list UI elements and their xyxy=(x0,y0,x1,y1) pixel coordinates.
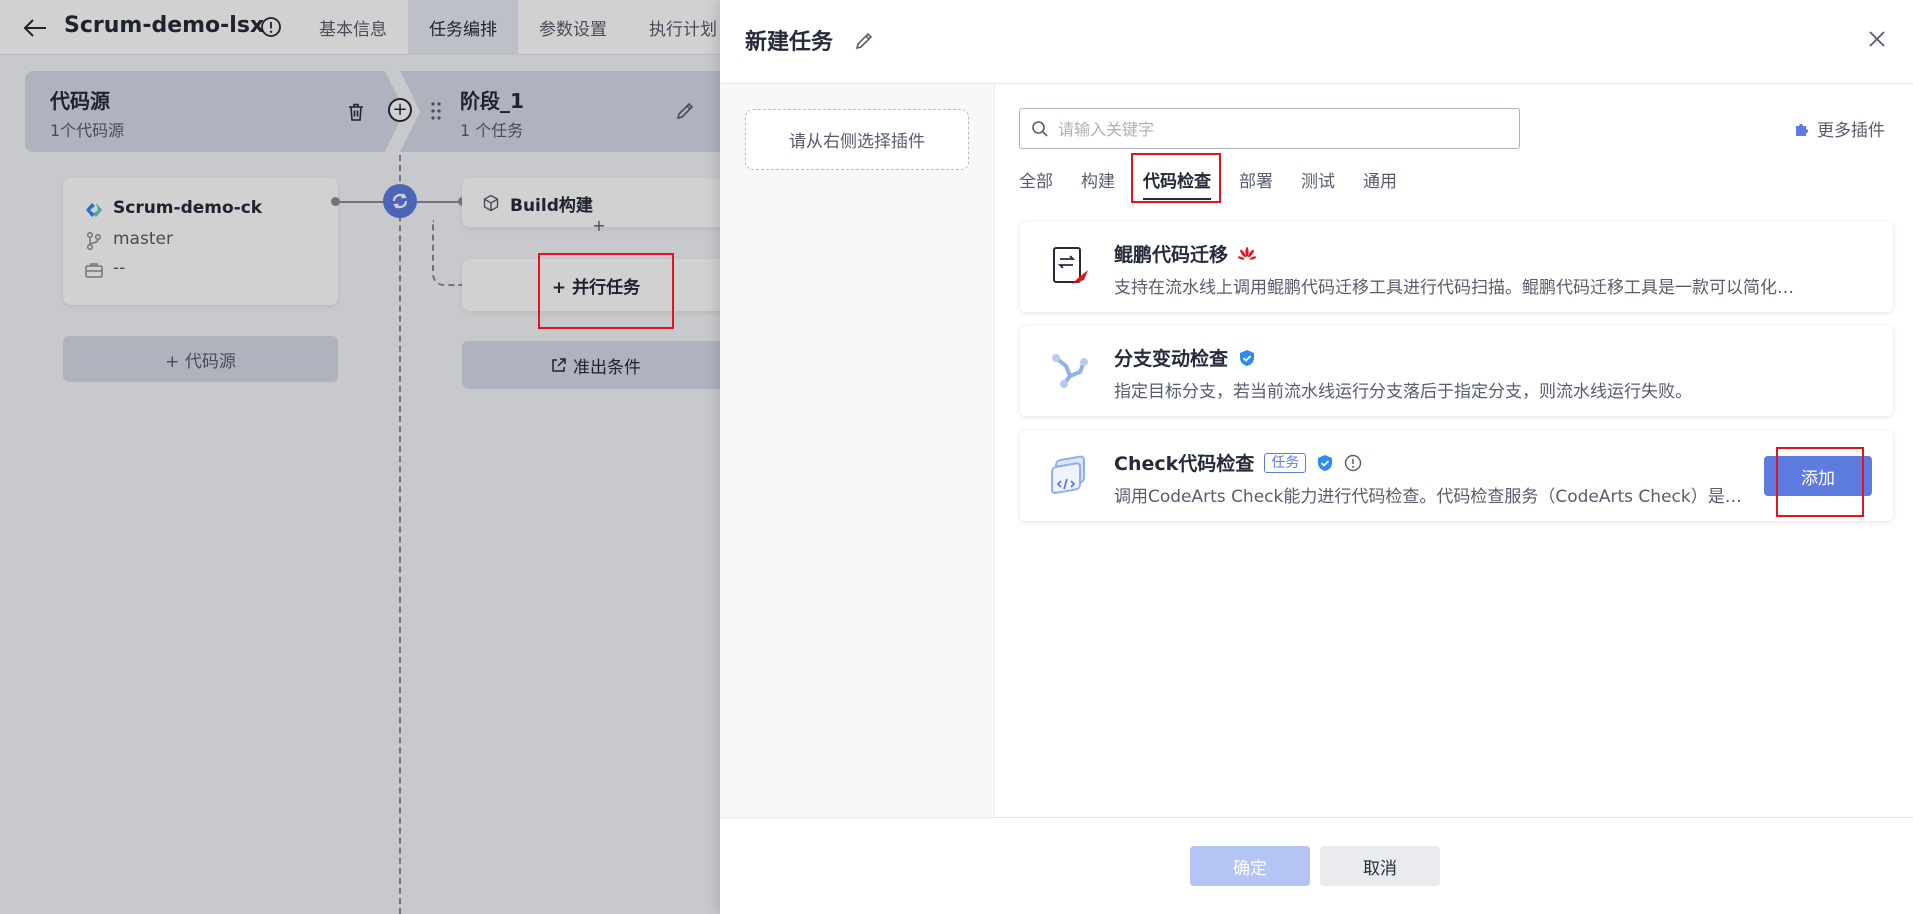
close-icon[interactable] xyxy=(1866,28,1888,50)
drawer-header: 新建任务 xyxy=(720,0,1913,84)
info-circle-icon[interactable] xyxy=(1344,454,1362,472)
search-icon xyxy=(1032,121,1048,137)
category-build[interactable]: 构建 xyxy=(1081,170,1115,200)
plugin-name-text: 分支变动检查 xyxy=(1114,348,1229,370)
puzzle-icon xyxy=(1796,123,1808,136)
branch-check-icon xyxy=(1052,354,1088,388)
plugin-card-check-code-check[interactable]: Check代码检查 任务 调用CodeArts Check能力进行代码检查。代码… xyxy=(1020,431,1893,521)
plugin-name: 分支变动检查 xyxy=(1114,344,1256,371)
drawer-footer: 确定 取消 xyxy=(720,817,1913,914)
category-test[interactable]: 测试 xyxy=(1301,170,1335,200)
cancel-button[interactable]: 取消 xyxy=(1320,846,1440,886)
confirm-button[interactable]: 确定 xyxy=(1190,846,1310,886)
category-general[interactable]: 通用 xyxy=(1363,170,1397,200)
add-plugin-button[interactable]: 添加 xyxy=(1764,456,1872,496)
more-plugins-link[interactable]: 更多插件 xyxy=(1793,116,1885,141)
drawer-title: 新建任务 xyxy=(745,30,834,55)
plugin-card-kunpeng-migration[interactable]: 鲲鹏代码迁移 支持在流水线上调用鲲鹏代码迁移工具进行代码扫描。鲲鹏代码迁移工具是… xyxy=(1020,222,1893,312)
plugin-card-branch-change-check[interactable]: 分支变动检查 指定目标分支，若当前流水线运行分支落后于指定分支，则流水线运行失败… xyxy=(1020,326,1893,416)
more-plugins-label: 更多插件 xyxy=(1817,121,1885,141)
plugin-category-tabs: 全部 构建 代码检查 部署 测试 通用 xyxy=(1019,170,1425,200)
code-check-icon xyxy=(1051,455,1085,494)
category-all[interactable]: 全部 xyxy=(1019,170,1053,200)
verified-icon xyxy=(1318,454,1333,471)
category-code-check[interactable]: 代码检查 xyxy=(1143,170,1211,200)
plugin-description: 调用CodeArts Check能力进行代码检查。代码检查服务（CodeArts… xyxy=(1114,487,1754,507)
plugin-name-text: Check代码检查 xyxy=(1114,453,1255,475)
select-plugin-placeholder: 请从右侧选择插件 xyxy=(745,109,969,170)
plugin-name: Check代码检查 任务 xyxy=(1114,449,1362,476)
plugin-description: 指定目标分支，若当前流水线运行分支落后于指定分支，则流水线运行失败。 xyxy=(1114,382,1692,402)
huawei-logo-icon xyxy=(1238,246,1257,260)
plugin-name-text: 鲲鹏代码迁移 xyxy=(1114,244,1229,266)
new-task-drawer: 新建任务 请从右侧选择插件 更多插件 全部 构建 代码检查 部署 测试 通用 鲲… xyxy=(720,0,1913,914)
search-input[interactable] xyxy=(1058,115,1508,143)
plugin-name: 鲲鹏代码迁移 xyxy=(1114,240,1257,267)
code-migration-icon xyxy=(1053,247,1088,284)
edit-icon[interactable] xyxy=(853,30,875,52)
category-deploy[interactable]: 部署 xyxy=(1239,170,1273,200)
plugin-description: 支持在流水线上调用鲲鹏代码迁移工具进行代码扫描。鲲鹏代码迁移工具是一款可以简化… xyxy=(1114,278,1794,298)
plugin-search-box[interactable] xyxy=(1019,108,1520,149)
verified-icon xyxy=(1240,349,1255,366)
selected-plugin-pane: 请从右侧选择插件 xyxy=(720,84,995,817)
task-badge: 任务 xyxy=(1264,452,1307,473)
